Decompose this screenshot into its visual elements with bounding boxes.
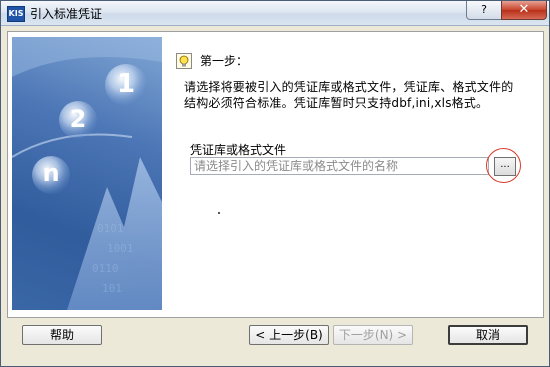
app-icon: KIS xyxy=(7,6,25,22)
side-illustration: 0101 1001 0110 101 1 2 n xyxy=(12,37,162,310)
step-title: 第一步： xyxy=(200,54,249,68)
title-bar[interactable]: KIS 引入标准凭证 ? ✕ xyxy=(1,1,549,26)
digit-orb-n: n xyxy=(42,159,60,187)
lightbulb-icon xyxy=(176,53,192,69)
svg-text:0101: 0101 xyxy=(97,222,124,235)
svg-text:0110: 0110 xyxy=(92,262,119,275)
help-button[interactable]: 帮助 xyxy=(22,325,102,345)
prev-button[interactable]: < 上一步(B) xyxy=(249,325,329,345)
next-button[interactable]: 下一步(N) > xyxy=(333,325,413,345)
digit-orb-2: 2 xyxy=(69,105,87,133)
file-field-label: 凭证库或格式文件 xyxy=(190,143,287,157)
window-title: 引入标准凭证 xyxy=(30,7,103,21)
close-button[interactable]: ✕ xyxy=(501,1,547,20)
svg-text:1001: 1001 xyxy=(107,242,134,255)
file-path-input[interactable]: 请选择引入的凭证库或格式文件的名称 xyxy=(190,157,489,175)
stray-dot xyxy=(218,212,220,214)
digit-orb-1: 1 xyxy=(116,69,136,99)
cancel-button[interactable]: 取消 xyxy=(448,325,528,345)
side-illustration-graphic: 0101 1001 0110 101 xyxy=(12,37,162,310)
step-description: 请选择将要被引入的凭证库或格式文件，凭证库、格式文件的结构必须符合标准。凭证库暂… xyxy=(184,80,514,110)
help-title-button[interactable]: ? xyxy=(466,1,502,20)
svg-text:101: 101 xyxy=(102,282,122,295)
annotation-circle xyxy=(486,148,521,183)
